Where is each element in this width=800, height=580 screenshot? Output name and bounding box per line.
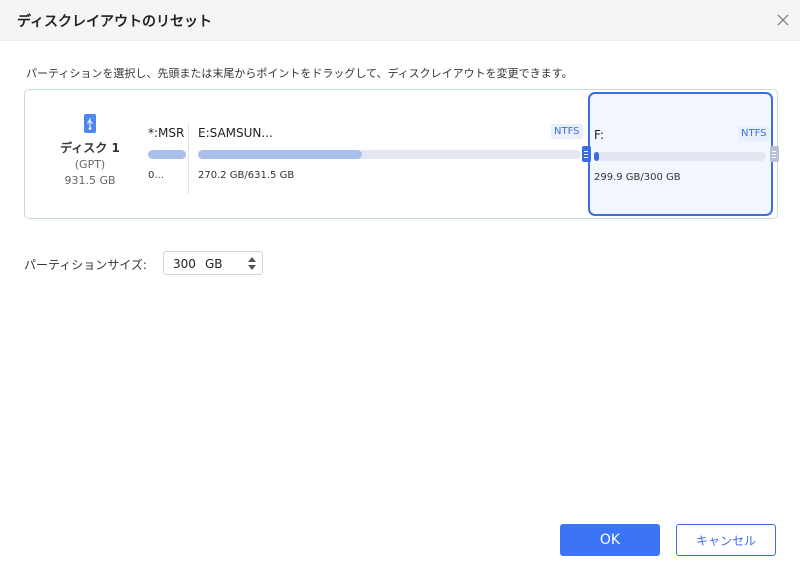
partition-usage-fill xyxy=(198,150,362,159)
partition-size-label: パーティションサイズ: xyxy=(24,258,147,272)
partition-size: 299.9 GB/300 GB xyxy=(594,172,681,183)
partition-usage-bar xyxy=(198,150,581,159)
partition-usage-fill xyxy=(148,150,186,159)
disk-size: 931.5 GB xyxy=(64,174,116,187)
disk-type: (GPT) xyxy=(74,158,106,171)
partition-size-value[interactable]: 300 xyxy=(173,257,196,271)
partition-divider xyxy=(188,124,189,194)
spinner-arrows-icon[interactable] xyxy=(248,257,256,270)
partition-label: F: xyxy=(594,128,605,142)
partition-end-handle[interactable] xyxy=(770,146,779,162)
usb-drive-icon xyxy=(84,114,96,133)
partition-size: 270.2 GB/631.5 GB xyxy=(198,170,295,181)
ok-button[interactable]: OK xyxy=(560,524,660,556)
partition-f-selected[interactable]: F: NTFS 299.9 GB/300 GB xyxy=(588,92,773,216)
partition-usage-bar xyxy=(148,150,186,159)
disk-info: ディスク 1 (GPT) 931.5 GB xyxy=(55,114,125,187)
instruction-text: パーティションを選択し、先頭または末尾からポイントをドラッグして、ディスクレイア… xyxy=(26,67,573,80)
partition-usage-fill xyxy=(594,152,599,161)
disk-layout-panel: ディスク 1 (GPT) 931.5 GB *:MSR 0... E:SAMSU… xyxy=(24,89,779,219)
filesystem-badge: NTFS xyxy=(738,126,770,141)
partition-label: E:SAMSUN... xyxy=(198,126,273,140)
partition-usage-bar xyxy=(594,152,766,161)
filesystem-badge: NTFS xyxy=(551,124,583,139)
partition-size-unit: GB xyxy=(205,257,223,271)
partition-start-handle[interactable] xyxy=(582,146,591,162)
dialog-title: ディスクレイアウトのリセット xyxy=(17,14,213,30)
partition-label: *:MSR xyxy=(148,126,185,140)
dialog-titlebar: ディスクレイアウトのリセット xyxy=(0,0,800,41)
close-icon[interactable] xyxy=(774,11,792,29)
partition-size-stepper[interactable]: 300 GB xyxy=(163,251,263,275)
partition-size: 0... xyxy=(148,170,164,181)
cancel-button[interactable]: キャンセル xyxy=(676,524,776,556)
disk-name: ディスク 1 xyxy=(60,141,120,155)
